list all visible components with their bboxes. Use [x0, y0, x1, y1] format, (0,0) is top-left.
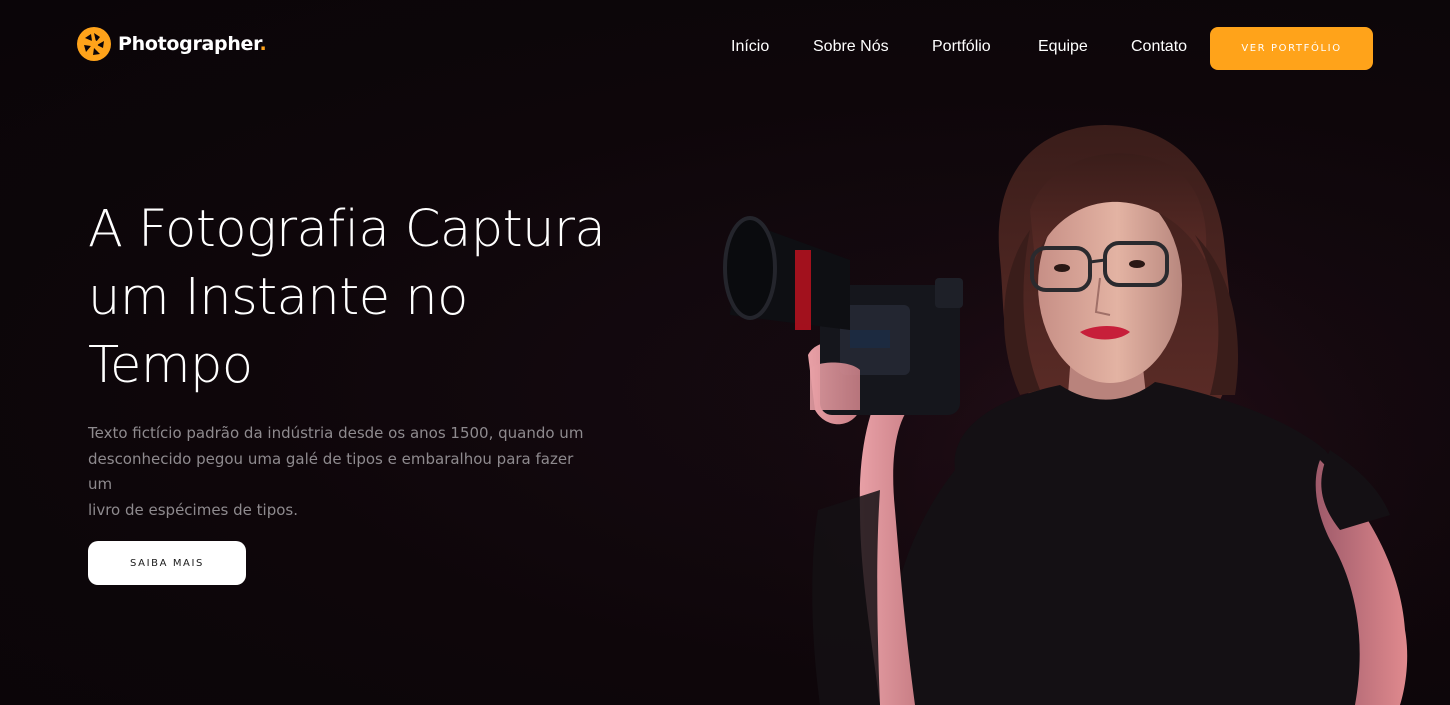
hero-title: A Fotografia Captura um Instante no Temp…: [88, 196, 648, 400]
hero-description-line: livro de espécimes de tipos.: [88, 500, 298, 519]
learn-more-button[interactable]: SAIBA MAIS: [88, 541, 246, 585]
hero-description: Texto fictício padrão da indústria desde…: [88, 421, 598, 523]
nav-item-contato[interactable]: Contato: [1131, 38, 1187, 56]
nav-item-portfolio[interactable]: Portfólio: [932, 38, 991, 56]
landing-page: Photographer. Início Sobre Nós Portfólio…: [0, 0, 1450, 705]
nav-item-sobre-nos[interactable]: Sobre Nós: [813, 38, 889, 56]
hero-photo: [700, 110, 1450, 705]
hero-description-line: desconhecido pegou uma galé de tipos e e…: [88, 449, 574, 494]
hero-description-line: Texto fictício padrão da indústria desde…: [88, 424, 584, 442]
hero-title-line: A Fotografia Captura: [88, 200, 606, 259]
hero-title-line: Tempo: [88, 336, 253, 395]
hero-title-line: um Instante no: [88, 268, 468, 327]
view-portfolio-button[interactable]: VER PORTFÓLIO: [1210, 27, 1373, 70]
nav-item-equipe[interactable]: Equipe: [1038, 38, 1088, 56]
nav-item-inicio[interactable]: Início: [731, 38, 769, 56]
